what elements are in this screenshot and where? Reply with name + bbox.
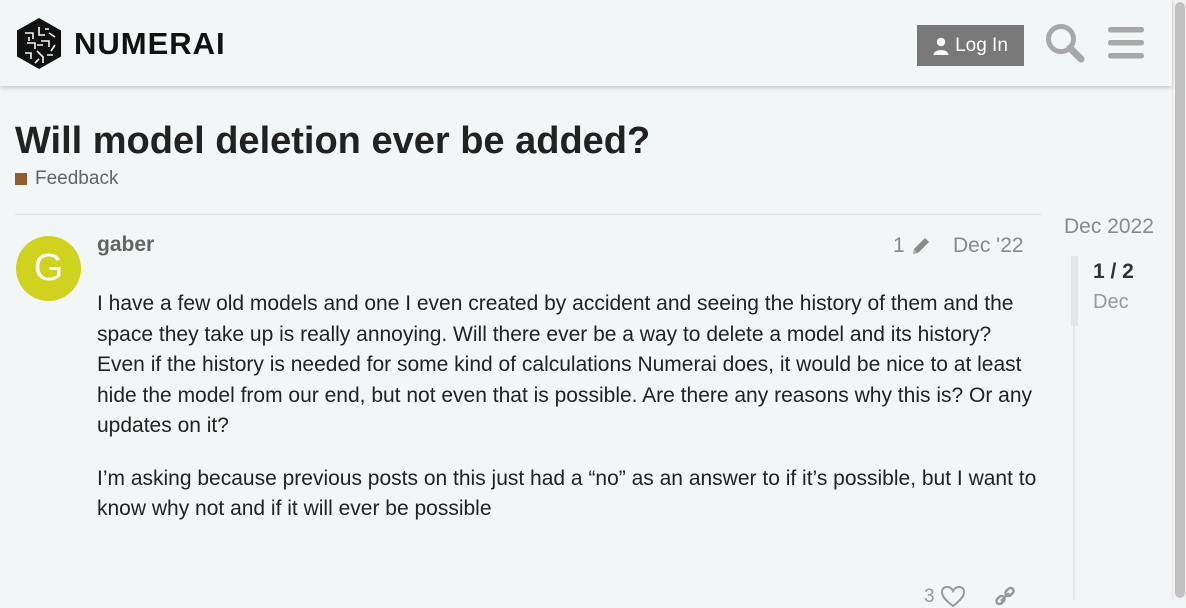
brand-name: NUMERAI	[74, 25, 226, 61]
edit-history-button[interactable]: 1	[893, 234, 932, 258]
pencil-icon	[912, 238, 929, 254]
post-body: I have a few old models and one I even c…	[97, 289, 1037, 547]
timeline-track	[1073, 326, 1075, 600]
avatar[interactable]: G	[16, 236, 81, 301]
page-scrollbar[interactable]	[1172, 0, 1186, 600]
post-actions: 3	[924, 586, 1017, 608]
topic-title: Will model deletion ever be added?	[15, 120, 651, 162]
login-label: Log In	[955, 34, 1008, 56]
user-icon	[933, 37, 949, 55]
search-icon[interactable]	[1044, 22, 1086, 64]
heart-icon[interactable]	[940, 586, 965, 608]
category-label: Feedback	[35, 168, 119, 189]
category-badge[interactable]: Feedback	[15, 168, 118, 190]
timeline-position-date: Dec	[1093, 291, 1129, 313]
timeline-scroll-handle[interactable]	[1071, 256, 1078, 326]
link-icon[interactable]	[993, 586, 1017, 608]
category-color-swatch	[15, 173, 27, 185]
post-date[interactable]: Dec '22	[953, 234, 1024, 258]
post-paragraph: I’m asking because previous posts on thi…	[97, 466, 1037, 521]
numerai-logo-icon	[17, 18, 61, 69]
post-paragraph: I have a few old models and one I even c…	[97, 292, 1033, 437]
scrollbar-thumb[interactable]	[1175, 2, 1185, 598]
site-header: NUMERAI Log In	[0, 0, 1172, 86]
login-button[interactable]: Log In	[917, 25, 1024, 66]
like-count[interactable]: 3	[924, 586, 935, 608]
hamburger-menu-icon[interactable]	[1108, 27, 1144, 59]
edit-count: 1	[893, 234, 905, 257]
home-logo-link[interactable]: NUMERAI	[15, 17, 226, 70]
timeline-start-date[interactable]: Dec 2022	[1064, 215, 1154, 239]
topic-divider	[15, 214, 1042, 215]
avatar-letter: G	[33, 247, 64, 289]
post-username[interactable]: gaber	[97, 233, 154, 257]
timeline-position: 1 / 2	[1093, 260, 1134, 283]
